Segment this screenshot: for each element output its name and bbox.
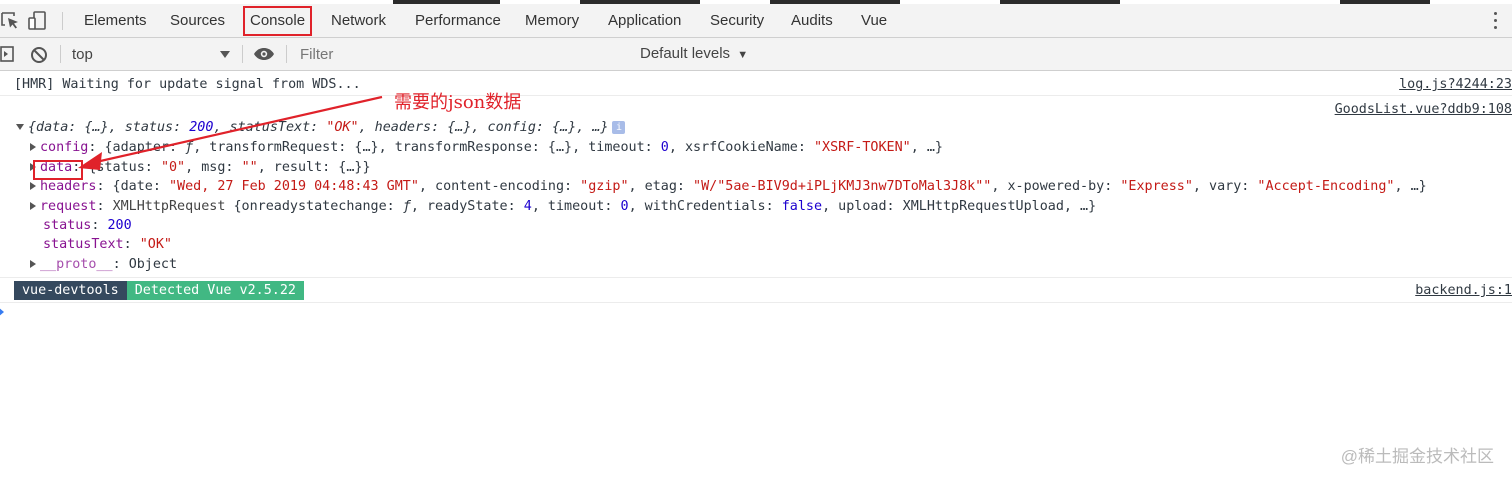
object-prop-statustext: statusText: "OK": [43, 237, 172, 252]
tab-performance[interactable]: Performance: [415, 4, 501, 38]
expand-triangle-icon[interactable]: [30, 143, 36, 151]
vue-devtools-badge: vue-devtools: [14, 281, 127, 300]
caret-down-icon: ▼: [737, 49, 749, 61]
source-link[interactable]: GoodsList.vue?ddb9:108: [1335, 102, 1512, 117]
device-toolbar-icon[interactable]: [27, 10, 49, 32]
devtools-tabbar: Elements Sources Console Network Perform…: [0, 4, 1512, 38]
filter-input[interactable]: [290, 42, 630, 67]
object-prop-proto[interactable]: __proto__: Object: [0, 257, 1512, 278]
vue-version-badge: Detected Vue v2.5.22: [126, 281, 304, 300]
context-selector[interactable]: top: [62, 42, 238, 67]
console-message-vue-devtools: vue-devtools Detected Vue v2.5.22 backend…: [0, 281, 1512, 303]
tab-sources[interactable]: Sources: [170, 4, 225, 38]
console-toolbar: top Default levels ▼: [0, 38, 1512, 71]
info-icon[interactable]: i: [612, 120, 626, 134]
object-prop-request[interactable]: request: XMLHttpRequest {onreadystatecha…: [0, 199, 1512, 219]
tab-network[interactable]: Network: [331, 4, 386, 38]
source-link[interactable]: log.js?4244:23: [1399, 77, 1512, 92]
tab-application[interactable]: Application: [608, 4, 681, 38]
expand-triangle-icon[interactable]: [30, 260, 36, 268]
clear-console-icon[interactable]: [30, 46, 48, 64]
source-link[interactable]: backend.js:1: [1415, 283, 1512, 298]
object-prop-data[interactable]: data: {status: "0", msg: "", result: {…}…: [0, 160, 1512, 180]
tab-vue[interactable]: Vue: [861, 4, 887, 38]
object-prop-status: status: 200: [43, 218, 132, 233]
context-label: top: [72, 46, 93, 63]
tab-memory[interactable]: Memory: [525, 4, 579, 38]
log-levels-dropdown[interactable]: Default levels ▼: [640, 45, 748, 62]
eye-icon[interactable]: [253, 47, 275, 61]
tab-security[interactable]: Security: [710, 4, 764, 38]
log-levels-label: Default levels: [640, 45, 731, 62]
collapse-triangle-icon[interactable]: [16, 124, 24, 130]
expand-triangle-icon[interactable]: [30, 202, 36, 210]
watermark: @稀土掘金技术社区: [1340, 447, 1494, 466]
tab-audits[interactable]: Audits: [791, 4, 833, 38]
object-prop-config[interactable]: config: {adapter: ƒ, transformRequest: {…: [0, 140, 1512, 160]
annotation-highlight-box: [33, 160, 83, 180]
object-summary-row[interactable]: {data: {…}, status: 200, statusText: "OK…: [0, 120, 1512, 140]
console-message-hmr: [HMR] Waiting for update signal from WDS…: [0, 72, 1512, 96]
tab-console[interactable]: Console: [243, 6, 313, 36]
console-sidebar-icon[interactable]: [0, 46, 14, 62]
console-prompt-icon[interactable]: [0, 307, 4, 317]
annotation-label: 需要的json数据: [394, 92, 522, 113]
expand-triangle-icon[interactable]: [30, 182, 36, 190]
inspect-element-icon[interactable]: [0, 10, 22, 32]
tab-elements[interactable]: Elements: [84, 4, 147, 38]
object-prop-headers[interactable]: headers: {date: "Wed, 27 Feb 2019 04:48:…: [0, 179, 1512, 199]
chevron-down-icon: [220, 51, 230, 58]
more-options-icon[interactable]: [1494, 12, 1498, 30]
console-message-goods: GoodsList.vue?ddb9:108: [0, 101, 1512, 119]
console-message-text: [HMR] Waiting for update signal from WDS…: [14, 77, 361, 92]
